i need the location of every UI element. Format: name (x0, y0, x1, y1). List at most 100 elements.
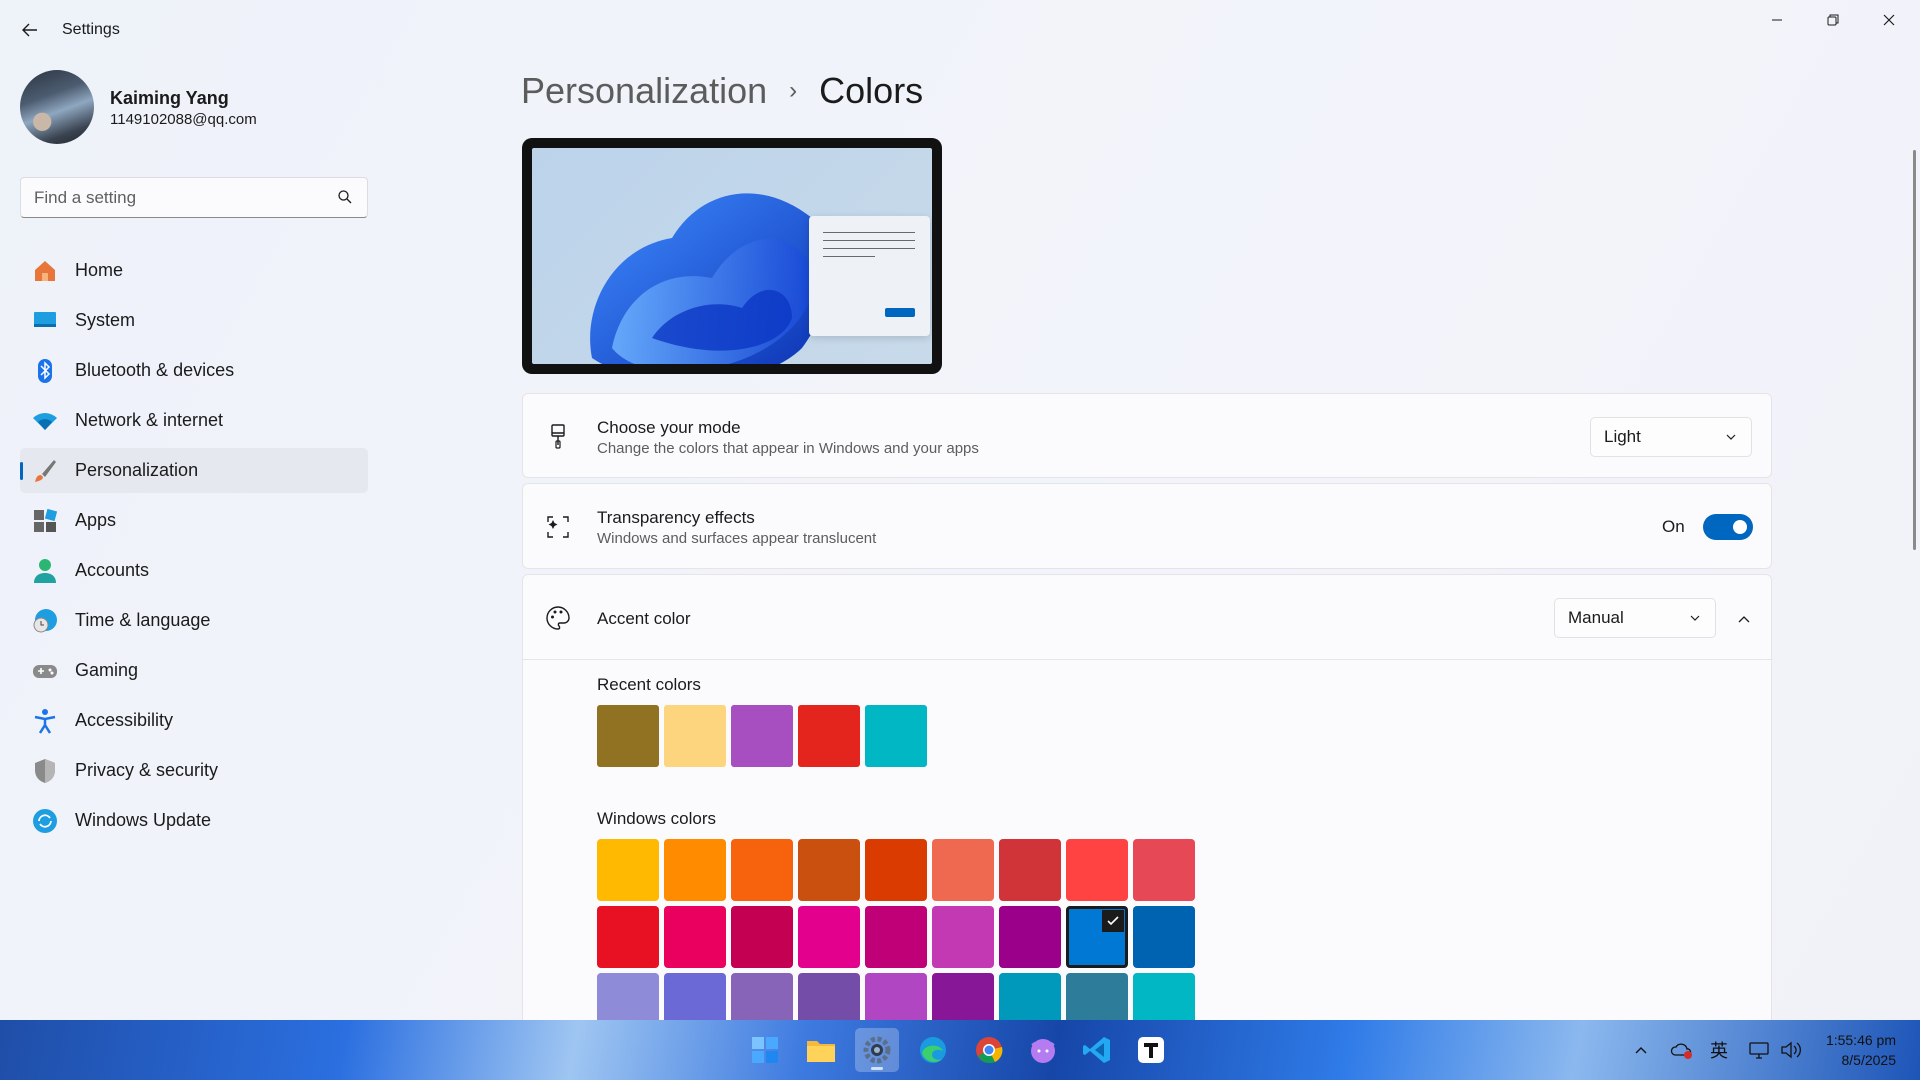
apps-icon (32, 508, 58, 534)
windows-color-swatch[interactable] (999, 839, 1061, 901)
bluetooth-icon (32, 358, 58, 384)
windows-color-swatch[interactable] (932, 906, 994, 968)
sidebar-item-windows-update[interactable]: Windows Update (20, 798, 368, 843)
cat-app-button[interactable] (1021, 1028, 1065, 1072)
close-button[interactable] (1861, 0, 1917, 40)
clock-date: 8/5/2025 (1841, 1052, 1897, 1068)
windows-color-swatch[interactable] (1133, 839, 1195, 901)
page-title: Colors (819, 70, 924, 111)
sidebar-item-network[interactable]: Network & internet (20, 398, 368, 443)
settings-window: Settings Kaiming Yang 1149102088@qq.com … (0, 0, 1920, 1035)
cat-app-icon (1031, 1039, 1055, 1063)
network-tray-button[interactable] (1747, 1038, 1771, 1062)
volume-tray-button[interactable] (1779, 1038, 1803, 1062)
windows-color-swatch[interactable] (1066, 839, 1128, 901)
windows-color-swatch[interactable] (664, 839, 726, 901)
sidebar-item-accessibility[interactable]: Accessibility (20, 698, 368, 743)
sidebar-item-apps[interactable]: Apps (20, 498, 368, 543)
restore-icon (1827, 14, 1839, 26)
search-icon[interactable] (337, 189, 353, 205)
transparency-state-label: On (1662, 517, 1685, 536)
taskbar-clock[interactable]: 1:55:46 pm 8/5/2025 (1826, 1030, 1896, 1070)
windows-color-swatch[interactable] (1066, 906, 1128, 968)
recent-color-swatch[interactable] (731, 705, 793, 767)
settings-icon (863, 1036, 891, 1064)
chevron-down-icon (1690, 615, 1700, 621)
windows-color-swatch[interactable] (731, 906, 793, 968)
breadcrumb-parent[interactable]: Personalization (521, 70, 767, 112)
sidebar-item-personalization[interactable]: Personalization (20, 448, 368, 493)
minimize-button[interactable] (1749, 0, 1805, 40)
system-icon (32, 308, 58, 334)
windows-color-swatch[interactable] (798, 906, 860, 968)
sidebar-item-label: System (75, 310, 136, 330)
close-icon (1883, 14, 1895, 26)
transparency-subtitle: Windows and surfaces appear translucent (597, 530, 877, 547)
restore-button[interactable] (1805, 0, 1861, 40)
home-icon (32, 258, 58, 284)
sidebar-item-label: Network & internet (75, 410, 224, 430)
user-email: 1149102088@qq.com (110, 111, 257, 128)
chrome-button[interactable] (967, 1028, 1011, 1072)
start-button[interactable] (743, 1028, 787, 1072)
taskbar: 英 1:55:46 pm 8/5/2025 (0, 1020, 1920, 1080)
windows-color-swatch[interactable] (865, 839, 927, 901)
vscode-button[interactable] (1075, 1028, 1119, 1072)
vscode-icon (1083, 1037, 1110, 1063)
show-hidden-icons-button[interactable] (1629, 1038, 1653, 1062)
ime-indicator[interactable]: 英 (1707, 1038, 1731, 1062)
mode-title: Choose your mode (597, 418, 741, 437)
wifi-icon (32, 408, 58, 434)
windows-color-swatch[interactable] (865, 906, 927, 968)
recent-color-swatch[interactable] (597, 705, 659, 767)
clock-time: 1:55:46 pm (1825, 1032, 1896, 1048)
chevron-up-icon (1635, 1047, 1647, 1054)
typora-button[interactable] (1129, 1028, 1173, 1072)
app-title: Settings (62, 21, 120, 38)
windows-color-swatch[interactable] (999, 906, 1061, 968)
sidebar-item-privacy[interactable]: Privacy & security (20, 748, 368, 793)
search-box[interactable] (20, 177, 368, 218)
sidebar-item-label: Time & language (75, 610, 211, 630)
windows-color-swatch[interactable] (1133, 906, 1195, 968)
windows-color-swatch[interactable] (932, 839, 994, 901)
back-button[interactable] (14, 14, 46, 46)
scrollbar[interactable] (1913, 150, 1916, 550)
transparency-toggle[interactable] (1703, 514, 1753, 540)
sidebar-item-bluetooth[interactable]: Bluetooth & devices (20, 348, 368, 393)
windows-color-swatch[interactable] (597, 906, 659, 968)
edge-button[interactable] (911, 1028, 955, 1072)
collapse-button[interactable] (1730, 605, 1758, 633)
gamepad-icon (32, 658, 58, 684)
sidebar-item-time-language[interactable]: Time & language (20, 598, 368, 643)
search-input[interactable] (21, 178, 321, 217)
windows-color-swatch[interactable] (597, 839, 659, 901)
onedrive-tray-button[interactable] (1670, 1038, 1694, 1062)
minimize-icon (1772, 19, 1782, 21)
sidebar-item-gaming[interactable]: Gaming (20, 648, 368, 693)
transparency-icon (545, 514, 571, 540)
sidebar-item-system[interactable]: System (20, 298, 368, 343)
avatar[interactable] (20, 70, 94, 144)
speaker-icon (1781, 1041, 1801, 1059)
sidebar-item-accounts[interactable]: Accounts (20, 548, 368, 593)
file-explorer-button[interactable] (799, 1028, 843, 1072)
person-icon (32, 558, 58, 584)
windows-color-swatch[interactable] (664, 906, 726, 968)
windows-color-swatch[interactable] (731, 839, 793, 901)
accent-title: Accent color (597, 609, 691, 628)
sidebar-item-home[interactable]: Home (20, 248, 368, 293)
mode-dropdown[interactable]: Light (1590, 417, 1752, 457)
settings-taskbar-button[interactable] (855, 1028, 899, 1072)
recent-color-swatch[interactable] (865, 705, 927, 767)
update-icon (32, 808, 58, 834)
edge-icon (920, 1037, 946, 1063)
recent-color-swatch[interactable] (664, 705, 726, 767)
transparency-card: Transparency effects Windows and surface… (522, 483, 1772, 569)
windows-color-swatch[interactable] (798, 839, 860, 901)
sidebar-item-label: Apps (75, 510, 117, 530)
recent-color-swatch[interactable] (798, 705, 860, 767)
accent-dropdown[interactable]: Manual (1554, 598, 1716, 638)
chevron-down-icon (1726, 434, 1736, 440)
sidebar-item-label: Gaming (75, 660, 139, 680)
